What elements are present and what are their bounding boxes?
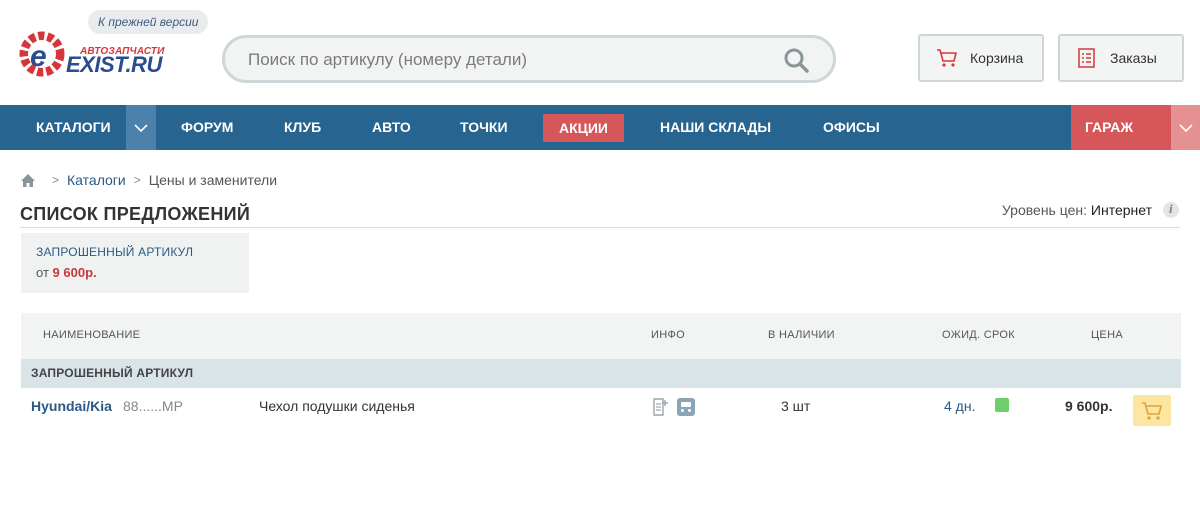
column-header-term: ОЖИД. СРОК xyxy=(942,329,1015,341)
delivery-term[interactable]: 4 дн. xyxy=(944,398,975,414)
nav-club[interactable]: КЛУБ xyxy=(284,105,321,150)
document-info-icon[interactable] xyxy=(652,397,670,417)
breadcrumb-separator: > xyxy=(133,173,141,187)
cart-button[interactable]: Корзина xyxy=(918,34,1044,82)
breadcrumb: > Каталоги > Цены и заменители xyxy=(20,171,277,189)
orders-list-icon xyxy=(1078,48,1095,68)
nav-forum[interactable]: ФОРУМ xyxy=(181,105,233,150)
column-header-info: ИНФО xyxy=(651,329,685,341)
search-bar[interactable]: Поиск по артикулу (номеру детали) xyxy=(222,35,836,83)
nav-auto[interactable]: АВТО xyxy=(372,105,411,150)
article-number: 88......MP xyxy=(123,398,183,414)
breadcrumb-current: Цены и заменители xyxy=(148,172,278,188)
catalogs-dropdown-toggle[interactable] xyxy=(126,105,156,150)
main-nav: КАТАЛОГИ ФОРУМ КЛУБ АВТО ТОЧКИ АКЦИИ НАШ… xyxy=(0,105,1200,150)
svg-text:e: e xyxy=(30,40,47,73)
car-applicability-icon[interactable] xyxy=(677,398,695,416)
search-input[interactable]: Поиск по артикулу (номеру детали) xyxy=(248,50,527,70)
home-icon[interactable] xyxy=(20,173,36,188)
divider xyxy=(20,227,1180,228)
breadcrumb-catalogs[interactable]: Каталоги xyxy=(67,172,126,188)
requested-article-label: ЗАПРОШЕННЫЙ АРТИКУЛ xyxy=(36,245,194,259)
column-header-price: ЦЕНА xyxy=(1091,329,1123,341)
add-to-cart-button[interactable] xyxy=(1133,395,1171,426)
search-icon[interactable] xyxy=(783,47,809,73)
nav-promo[interactable]: АКЦИИ xyxy=(543,114,624,142)
header: e АВТОЗАПЧАСТИ EXIST.RU К прежней версии… xyxy=(0,0,1200,105)
column-header-stock: В НАЛИЧИИ xyxy=(768,329,835,341)
breadcrumb-separator: > xyxy=(52,173,60,187)
gear-logo-icon: e xyxy=(19,31,65,77)
page-title: СПИСОК ПРЕДЛОЖЕНИЙ xyxy=(20,204,251,224)
cart-label: Корзина xyxy=(970,50,1024,66)
info-icon[interactable]: i xyxy=(1163,202,1179,218)
group-row: ЗАПРОШЕННЫЙ АРТИКУЛ xyxy=(21,359,1181,388)
requested-price: от 9 600р. xyxy=(36,265,234,280)
nav-garage[interactable]: ГАРАЖ xyxy=(1071,105,1171,150)
requested-article-box: ЗАПРОШЕННЫЙ АРТИКУЛ от 9 600р. xyxy=(21,233,249,293)
availability-status-indicator xyxy=(995,398,1009,412)
orders-label: Заказы xyxy=(1110,50,1157,66)
cart-icon xyxy=(1142,401,1162,420)
requested-price-prefix: от xyxy=(36,265,49,280)
table-header: НАИМЕНОВАНИЕ ИНФО В НАЛИЧИИ ОЖИД. СРОК Ц… xyxy=(21,313,1181,359)
price-level: Уровень цен: Интернет xyxy=(1002,202,1152,218)
price-level-value[interactable]: Интернет xyxy=(1091,202,1152,218)
cart-icon xyxy=(937,49,957,67)
orders-button[interactable]: Заказы xyxy=(1058,34,1184,82)
chevron-down-icon xyxy=(1178,123,1193,132)
logo-text: EXIST.RU xyxy=(66,52,162,77)
nav-warehouses[interactable]: НАШИ СКЛАДЫ xyxy=(660,105,771,150)
row-price: 9 600р. xyxy=(1065,398,1113,414)
old-version-link[interactable]: К прежней версии xyxy=(88,10,209,34)
price-level-label: Уровень цен: xyxy=(1001,202,1088,218)
brand-link[interactable]: Hyundai/Kia xyxy=(31,398,112,414)
chevron-down-icon xyxy=(134,123,148,132)
part-description: Чехол подушки сиденья xyxy=(259,398,415,414)
nav-offices[interactable]: ОФИСЫ xyxy=(823,105,880,150)
garage-dropdown-toggle[interactable] xyxy=(1171,105,1200,150)
table-row: Hyundai/Kia 88......MP Чехол подушки сид… xyxy=(21,388,1181,428)
stock-quantity: 3 шт xyxy=(781,398,811,414)
nav-points[interactable]: ТОЧКИ xyxy=(460,105,508,150)
column-header-name: НАИМЕНОВАНИЕ xyxy=(43,329,141,341)
requested-price-value: 9 600р. xyxy=(52,265,97,280)
nav-catalogs[interactable]: КАТАЛОГИ xyxy=(36,105,111,150)
